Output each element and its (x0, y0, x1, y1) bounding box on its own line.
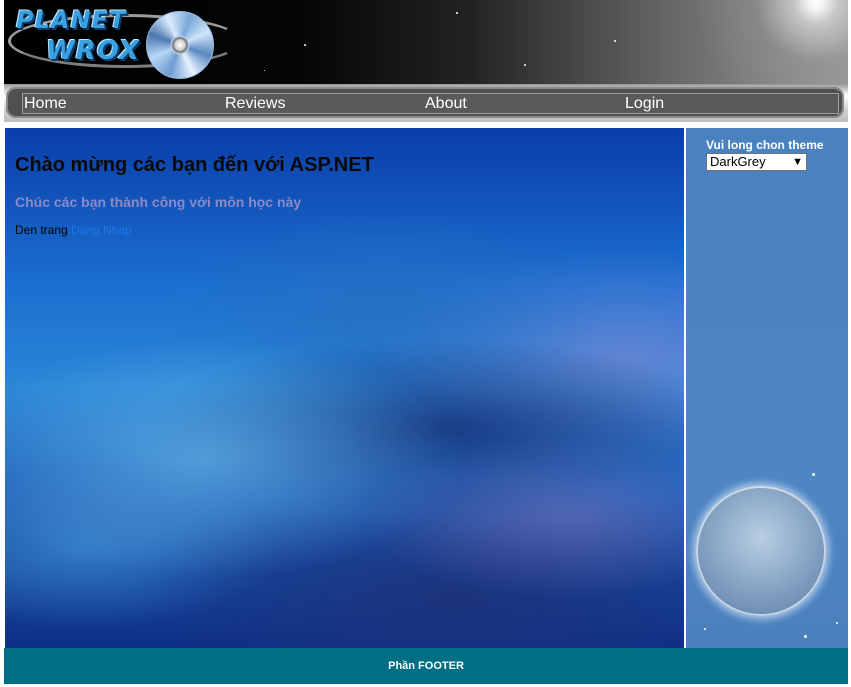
star-decoration (456, 12, 458, 14)
cd-disc-icon (146, 11, 214, 79)
footer-text: Phần FOOTER (388, 660, 464, 672)
star-decoration (264, 70, 265, 71)
star-decoration (812, 473, 815, 476)
star-decoration (704, 628, 706, 630)
logo-text-planet: PLANET (16, 6, 127, 34)
logo-text-wrox: WROX (46, 36, 140, 66)
main-menu-bar: Home Reviews About Login (4, 84, 848, 122)
orb-ring-decoration (696, 486, 826, 616)
sidebar: Vui long chon theme DarkGrey ▼ (686, 128, 848, 648)
theme-select-value: DarkGrey (710, 154, 766, 169)
planet-wrox-logo[interactable]: PLANET WROX (6, 4, 242, 84)
star-decoration (804, 635, 807, 638)
main-content: Chào mừng các bạn đến với ASP.NET Chúc c… (5, 128, 684, 648)
theme-label: Vui long chon theme (706, 138, 824, 152)
link-prefix: Den trang (15, 223, 68, 237)
menu-row: Home Reviews About Login (22, 93, 839, 114)
page-subtitle: Chúc các bạn thành công với môn học này (15, 194, 302, 210)
menu-item-home[interactable]: Home (24, 94, 67, 113)
menu-item-reviews[interactable]: Reviews (225, 94, 285, 113)
star-decoration (614, 40, 616, 42)
site-footer: Phần FOOTER (4, 648, 848, 684)
star-decoration (304, 44, 306, 46)
menu-inner: Home Reviews About Login (6, 87, 844, 118)
site-header: PLANET WROX (4, 0, 848, 84)
page-title: Chào mừng các bạn đến với ASP.NET (15, 154, 374, 176)
login-link-line: Den trang Dang Nhap (15, 223, 132, 237)
star-decoration (524, 64, 526, 66)
theme-select[interactable]: DarkGrey ▼ (706, 153, 807, 171)
menu-item-about[interactable]: About (425, 94, 467, 113)
login-link[interactable]: Dang Nhap (71, 223, 132, 237)
star-decoration (836, 622, 838, 624)
page: PLANET WROX Home Reviews About Login Chà… (4, 0, 848, 687)
chevron-down-icon: ▼ (792, 156, 803, 168)
menu-item-login[interactable]: Login (625, 94, 664, 113)
